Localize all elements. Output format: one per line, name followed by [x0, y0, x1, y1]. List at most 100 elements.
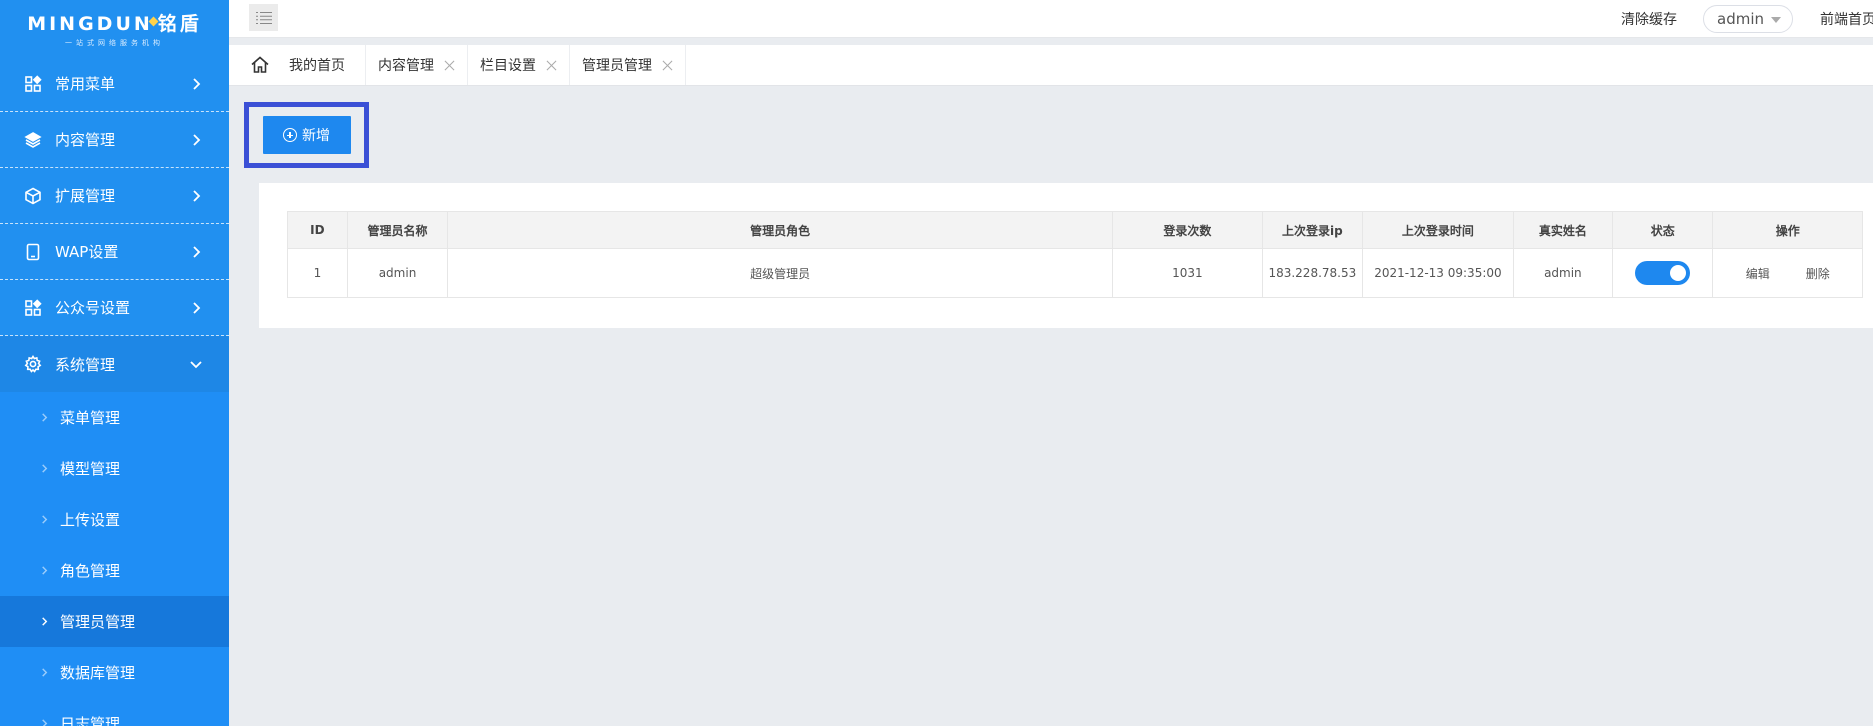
- sidebar-menu-system[interactable]: 系统管理: [0, 336, 229, 392]
- edit-button[interactable]: 编辑: [1746, 265, 1770, 282]
- menu-toggle-button[interactable]: [249, 4, 278, 31]
- column-header-real-name[interactable]: 真实姓名: [1512, 211, 1614, 249]
- tab-content-manage[interactable]: 内容管理: [366, 45, 468, 85]
- cell-real-name: admin: [1512, 248, 1614, 298]
- column-header-name[interactable]: 管理员名称: [346, 211, 449, 249]
- column-header-status[interactable]: 状态: [1611, 211, 1714, 249]
- cell-name: admin: [346, 248, 449, 298]
- cube-icon: [23, 186, 43, 206]
- top-header: 清除缓存 admin 前端首页: [229, 0, 1873, 38]
- chevron-right-icon: [189, 77, 203, 91]
- tab-label: 内容管理: [378, 58, 434, 74]
- column-header-role[interactable]: 管理员角色: [447, 211, 1114, 249]
- chevron-right-icon: [189, 133, 203, 147]
- column-header-last-ip[interactable]: 上次登录ip: [1261, 211, 1364, 249]
- close-icon[interactable]: [662, 60, 673, 71]
- cell-last-ip: 183.228.78.53: [1261, 248, 1364, 298]
- sidebar-item-label: 数据库管理: [60, 664, 136, 682]
- chevron-right-icon: [189, 301, 203, 315]
- add-button-highlight: 新增: [244, 102, 369, 168]
- sidebar-item-admin-manage[interactable]: 管理员管理: [0, 596, 229, 647]
- user-dropdown[interactable]: admin: [1703, 5, 1793, 33]
- user-name: admin: [1717, 10, 1764, 28]
- sidebar-item-label: 管理员管理: [60, 613, 136, 631]
- chevron-right-icon: [38, 565, 50, 577]
- chevron-right-icon: [38, 667, 50, 679]
- logo-brand: MINGDUN: [27, 12, 153, 35]
- tab-label: 栏目设置: [480, 58, 536, 74]
- cell-login-count: 1031: [1112, 248, 1263, 298]
- system-submenu: 菜单管理 模型管理 上传设置 角色管理 管理员管理 数据库管理 日志管理: [0, 392, 229, 726]
- sidebar-menu-label: 扩展管理: [55, 187, 116, 205]
- list-icon: [255, 11, 272, 24]
- layers-icon: [23, 130, 43, 150]
- tab-label: 管理员管理: [582, 58, 652, 74]
- cell-id: 1: [287, 248, 348, 298]
- gear-icon: [23, 354, 43, 374]
- sidebar-item-label: 菜单管理: [60, 409, 121, 427]
- sidebar-item-model-manage[interactable]: 模型管理: [0, 443, 229, 494]
- chevron-down-icon: [189, 357, 203, 371]
- admin-table-panel: ID 管理员名称 管理员角色 登录次数 上次登录ip 上次登录时间 真实姓名 状…: [259, 183, 1873, 328]
- chevron-right-icon: [189, 189, 203, 203]
- add-button-label: 新增: [302, 128, 330, 144]
- table-row: 1 admin 超级管理员 1031 183.228.78.53 2021-12…: [287, 248, 1863, 298]
- delete-button[interactable]: 删除: [1806, 265, 1830, 282]
- logo-chinese: 铭盾: [157, 12, 202, 35]
- chevron-right-icon: [38, 514, 50, 526]
- chevron-right-icon: [189, 245, 203, 259]
- column-header-id[interactable]: ID: [287, 211, 348, 249]
- table-header-row: ID 管理员名称 管理员角色 登录次数 上次登录ip 上次登录时间 真实姓名 状…: [287, 211, 1863, 249]
- plus-circle-icon: [283, 128, 297, 142]
- sidebar-menu-extension[interactable]: 扩展管理: [0, 168, 229, 224]
- cell-actions: 编辑 删除: [1712, 248, 1863, 298]
- sidebar-menu-wechat[interactable]: 公众号设置: [0, 280, 229, 336]
- chevron-right-icon: [38, 412, 50, 424]
- home-tab-icon-button[interactable]: [245, 45, 275, 85]
- sidebar-item-label: 日志管理: [60, 715, 121, 726]
- sidebar-item-log-manage[interactable]: 日志管理: [0, 698, 229, 726]
- chevron-right-icon: [38, 616, 50, 628]
- sidebar-item-label: 角色管理: [60, 562, 121, 580]
- column-header-last-time[interactable]: 上次登录时间: [1362, 211, 1514, 249]
- sidebar-item-database-manage[interactable]: 数据库管理: [0, 647, 229, 698]
- sidebar-item-role-manage[interactable]: 角色管理: [0, 545, 229, 596]
- sidebar-item-menu-manage[interactable]: 菜单管理: [0, 392, 229, 443]
- sidebar-item-upload-settings[interactable]: 上传设置: [0, 494, 229, 545]
- logo-tagline: 一站式网络服务机构: [65, 38, 164, 47]
- sidebar-menu-content[interactable]: 内容管理: [0, 112, 229, 168]
- header-actions: 清除缓存 admin 前端首页: [1621, 0, 1873, 38]
- home-icon: [251, 56, 269, 73]
- grid-icon: [23, 298, 43, 318]
- close-icon[interactable]: [546, 60, 557, 71]
- frontend-home-link[interactable]: 前端首页: [1820, 9, 1873, 29]
- tab-bar: 我的首页 内容管理 栏目设置 管理员管理: [229, 45, 1873, 86]
- column-header-login-count[interactable]: 登录次数: [1112, 211, 1263, 249]
- close-icon[interactable]: [444, 60, 455, 71]
- tablet-icon: [23, 242, 43, 262]
- sidebar-item-label: 模型管理: [60, 460, 121, 478]
- column-header-actions[interactable]: 操作: [1712, 211, 1863, 249]
- grid-icon: [23, 74, 43, 94]
- tab-label: 我的首页: [289, 58, 345, 74]
- sidebar: MINGDUN 铭盾 一站式网络服务机构 常用菜单 内容管理 扩展管理 WAP设置: [0, 0, 229, 726]
- sidebar-menu-label: 公众号设置: [55, 299, 131, 317]
- logo[interactable]: MINGDUN 铭盾 一站式网络服务机构: [0, 0, 229, 56]
- cell-role: 超级管理员: [447, 248, 1114, 298]
- sidebar-menu-label: 内容管理: [55, 131, 116, 149]
- admin-table: ID 管理员名称 管理员角色 登录次数 上次登录ip 上次登录时间 真实姓名 状…: [287, 211, 1863, 298]
- cell-status: [1611, 248, 1714, 298]
- add-button[interactable]: 新增: [262, 116, 351, 154]
- sidebar-menu-wap[interactable]: WAP设置: [0, 224, 229, 280]
- tab-home[interactable]: 我的首页: [275, 45, 366, 85]
- tab-admin-manage[interactable]: 管理员管理: [570, 45, 686, 85]
- cell-last-time: 2021-12-13 09:35:00: [1362, 248, 1514, 298]
- sidebar-item-label: 上传设置: [60, 511, 121, 529]
- sidebar-menu-common[interactable]: 常用菜单: [0, 56, 229, 112]
- status-toggle[interactable]: [1635, 261, 1691, 285]
- chevron-right-icon: [38, 718, 50, 726]
- tab-column-settings[interactable]: 栏目设置: [468, 45, 570, 85]
- sidebar-menu-label: 系统管理: [55, 355, 116, 374]
- sidebar-menu-label: 常用菜单: [55, 75, 116, 93]
- clear-cache-link[interactable]: 清除缓存: [1621, 9, 1677, 29]
